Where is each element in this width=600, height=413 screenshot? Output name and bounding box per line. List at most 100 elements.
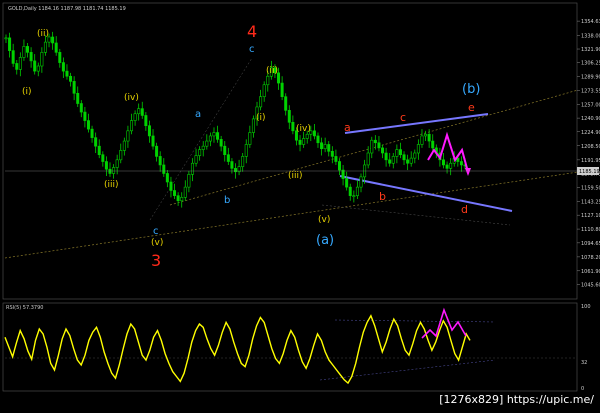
candle-body — [413, 152, 417, 159]
candle-body — [266, 75, 270, 86]
candle-body — [366, 152, 370, 166]
candle-body — [198, 149, 202, 156]
candle-body — [29, 52, 33, 62]
candle-body — [158, 156, 162, 166]
candle-body — [406, 159, 410, 164]
candle-body — [86, 120, 90, 130]
chart-title-text: GOLD,Daily 1184.16 1187.98 1181.74 1185.… — [8, 6, 126, 12]
candle-body — [287, 110, 291, 123]
price-tick-label: 1061.90 — [581, 269, 600, 275]
candle-body — [187, 174, 191, 188]
candle-body — [280, 82, 284, 98]
price-tick-label: 1257.00 — [581, 102, 600, 108]
candle-body — [391, 156, 395, 164]
watermark-text: [1276x829] https://upic.me/ — [439, 393, 594, 406]
candle-body — [337, 161, 341, 171]
candle-body — [377, 142, 381, 149]
candle-body — [112, 167, 116, 174]
candle-body — [348, 186, 352, 196]
wave-label: e — [468, 101, 475, 114]
candle-body — [97, 145, 101, 156]
candle-body — [312, 130, 316, 137]
price-tick-label: 1273.55 — [581, 88, 600, 94]
wave-label: a — [344, 121, 351, 134]
candle-body — [54, 42, 58, 53]
candle-body — [241, 156, 245, 167]
candle-body — [155, 145, 159, 157]
wave-label: (iv) — [124, 93, 139, 103]
wave-label: (iii) — [288, 171, 303, 181]
wave-label: a — [195, 109, 201, 120]
candle-body — [33, 60, 37, 72]
candle-body — [15, 63, 19, 70]
candle-body — [83, 111, 87, 121]
candle-body — [395, 149, 399, 157]
candle-body — [320, 142, 324, 150]
candle-body — [65, 70, 69, 77]
candle-body — [424, 133, 428, 137]
candle-body — [43, 41, 47, 53]
candle-body — [11, 50, 15, 64]
wave-label: (iv) — [296, 124, 311, 134]
wave-degree-label: 4 — [247, 22, 257, 41]
candle-body — [133, 113, 137, 121]
candle-body — [234, 168, 238, 173]
candle-body — [122, 140, 126, 151]
rsi-tick-label: 0 — [581, 386, 584, 392]
chart-window[interactable]: GOLD,Daily 1184.16 1187.98 1181.74 1185.… — [0, 0, 600, 409]
candle-body — [316, 135, 320, 144]
candle-body — [359, 176, 363, 188]
wave-label: c — [153, 226, 159, 237]
candle-body — [352, 195, 356, 197]
price-tick-label: 1110.80 — [581, 227, 600, 233]
price-tick-label: 1338.00 — [581, 33, 600, 39]
price-tick-label: 1224.90 — [581, 130, 600, 136]
price-tick-label: 1354.63 — [581, 19, 600, 25]
candle-body — [420, 135, 424, 145]
candle-body — [201, 145, 205, 150]
candle-body — [176, 195, 180, 202]
candle-body — [291, 121, 295, 132]
candle-body — [345, 178, 349, 188]
candle-body — [205, 140, 209, 147]
candle-body — [137, 108, 141, 115]
candle-body — [162, 164, 166, 174]
candle-body — [226, 154, 230, 162]
candle-body — [36, 65, 40, 72]
candle-body — [126, 130, 130, 142]
wave-label: b — [224, 195, 230, 206]
candle-body — [219, 139, 223, 147]
wave-label: (i) — [22, 87, 32, 97]
candle-body — [230, 161, 234, 169]
candle-body — [108, 168, 112, 174]
candle-body — [76, 92, 80, 104]
candle-body — [180, 197, 184, 202]
candle-body — [190, 162, 194, 175]
candle-body — [140, 108, 144, 116]
candle-body — [431, 140, 435, 149]
price-tick-label: 1045.60 — [581, 283, 600, 289]
candle-body — [208, 135, 212, 142]
candle-body — [144, 115, 148, 127]
candle-body — [212, 132, 216, 137]
wave-label: (v) — [318, 215, 330, 225]
candle-body — [72, 81, 76, 94]
candle-body — [323, 144, 327, 150]
wave-degree-label: (a) — [316, 233, 334, 248]
current-price-label: 1185.19 — [579, 169, 600, 175]
candle-body — [445, 164, 449, 169]
candle-body — [101, 154, 105, 162]
candle-body — [370, 139, 374, 154]
wave-label: (iii) — [104, 180, 119, 190]
candle-body — [151, 135, 155, 147]
candle-body — [398, 149, 402, 156]
candle-body — [223, 145, 227, 156]
candle-body — [61, 62, 65, 72]
candle-body — [40, 52, 44, 67]
candle-body — [305, 133, 309, 139]
candle-body — [284, 96, 288, 111]
wave-label: (ii) — [37, 29, 49, 39]
candle-body — [449, 162, 453, 169]
candle-body — [259, 96, 263, 108]
candle-body — [169, 181, 173, 191]
